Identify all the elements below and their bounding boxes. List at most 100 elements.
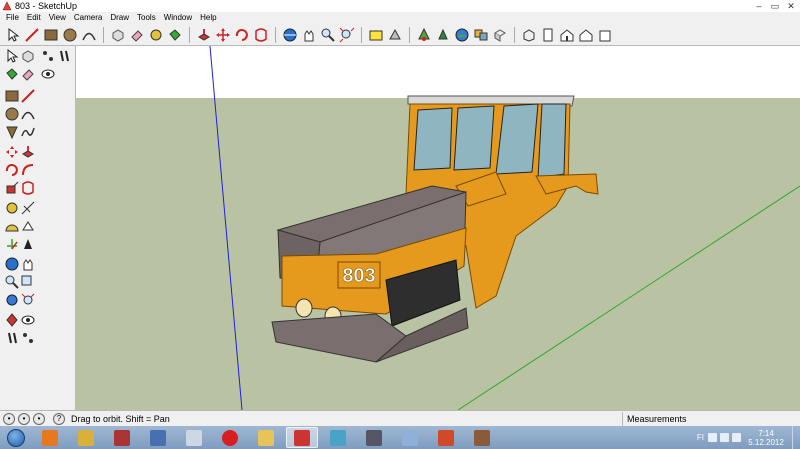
tape-measure-icon[interactable]	[4, 200, 20, 216]
walk-tool-icon[interactable]	[56, 48, 72, 64]
rectangle-tool-icon[interactable]	[4, 88, 20, 104]
pan-tool-icon[interactable]	[20, 256, 36, 272]
geo-location-icon[interactable]: •	[3, 412, 15, 425]
look-around-icon[interactable]	[40, 66, 56, 82]
zoom-extents-icon[interactable]	[20, 292, 36, 308]
orbit-tool-icon[interactable]	[281, 26, 299, 44]
preview-3d-icon[interactable]	[491, 26, 509, 44]
volume-icon[interactable]	[732, 433, 741, 442]
close-button[interactable]: ✕	[786, 1, 796, 11]
tray-arrow-icon[interactable]	[708, 433, 717, 442]
taskbar-sketchup[interactable]	[286, 427, 318, 448]
menu-view[interactable]: View	[45, 12, 70, 24]
measurements-label[interactable]: Measurements	[622, 412, 800, 426]
network-icon[interactable]	[720, 433, 729, 442]
look-around-icon[interactable]	[20, 312, 36, 328]
taskbar-explorer[interactable]	[250, 427, 282, 448]
arc-tool-icon[interactable]	[20, 106, 36, 122]
menu-help[interactable]: Help	[196, 12, 220, 24]
taskbar-app-9[interactable]	[322, 427, 354, 448]
section-plane-icon[interactable]	[4, 312, 20, 328]
axes-tool-icon[interactable]	[4, 236, 20, 252]
position-camera-icon[interactable]	[40, 48, 56, 64]
text-tool-icon[interactable]	[20, 218, 36, 234]
back-view-icon[interactable]	[596, 26, 614, 44]
help-icon[interactable]: ?	[53, 412, 65, 425]
select-tool-icon[interactable]	[4, 26, 22, 44]
follow-me-icon[interactable]	[20, 162, 36, 178]
push-pull-icon[interactable]	[20, 144, 36, 160]
taskbar-app-13[interactable]	[466, 427, 498, 448]
polygon-tool-icon[interactable]	[4, 124, 20, 140]
zoom-window-icon[interactable]	[20, 274, 36, 290]
taskbar-blender[interactable]	[34, 427, 66, 448]
eraser-tool-icon[interactable]	[128, 26, 146, 44]
paint-bucket-icon[interactable]	[4, 66, 20, 82]
start-button[interactable]	[2, 427, 30, 449]
taskbar-app-5[interactable]	[178, 427, 210, 448]
minimize-button[interactable]: –	[754, 1, 764, 11]
offset-tool-icon[interactable]	[252, 26, 270, 44]
arc-tool-icon[interactable]	[80, 26, 98, 44]
taskbar-app-12[interactable]	[430, 427, 462, 448]
make-component-icon[interactable]	[109, 26, 127, 44]
circle-tool-icon[interactable]	[4, 106, 20, 122]
photo-textures-icon[interactable]	[472, 26, 490, 44]
zoom-extents-icon[interactable]	[338, 26, 356, 44]
zoom-tool-icon[interactable]	[319, 26, 337, 44]
menu-window[interactable]: Window	[160, 12, 196, 24]
freehand-tool-icon[interactable]	[20, 124, 36, 140]
line-tool-icon[interactable]	[23, 26, 41, 44]
maximize-button[interactable]: ▭	[770, 1, 780, 11]
right-view-icon[interactable]	[577, 26, 595, 44]
menu-draw[interactable]: Draw	[106, 12, 133, 24]
dimension-tool-icon[interactable]	[20, 200, 36, 216]
zoom-tool-icon[interactable]	[4, 274, 20, 290]
tape-measure-icon[interactable]	[147, 26, 165, 44]
taskbar-app-11[interactable]	[394, 427, 426, 448]
3d-text-icon[interactable]	[20, 236, 36, 252]
menu-edit[interactable]: Edit	[23, 12, 45, 24]
orbit-tool-icon[interactable]	[4, 256, 20, 272]
taskbar-app-4[interactable]	[142, 427, 174, 448]
pan-tool-icon[interactable]	[300, 26, 318, 44]
get-location-icon[interactable]	[434, 26, 452, 44]
rectangle-tool-icon[interactable]	[42, 26, 60, 44]
eraser-tool-icon[interactable]	[20, 66, 36, 82]
rotate-tool-icon[interactable]	[4, 162, 20, 178]
protractor-icon[interactable]	[4, 218, 20, 234]
toggle-terrain-icon[interactable]	[453, 26, 471, 44]
model-viewport[interactable]: 803	[76, 46, 800, 410]
line-tool-icon[interactable]	[20, 88, 36, 104]
front-view-icon[interactable]	[558, 26, 576, 44]
credits-icon[interactable]: •	[18, 412, 30, 425]
menu-tools[interactable]: Tools	[133, 12, 160, 24]
iso-view-icon[interactable]	[520, 26, 538, 44]
taskbar-app-3[interactable]	[106, 427, 138, 448]
menu-file[interactable]: File	[2, 12, 23, 24]
language-indicator[interactable]: FI	[697, 433, 704, 442]
taskbar-app-10[interactable]	[358, 427, 390, 448]
walk-tool-icon[interactable]	[4, 330, 20, 346]
offset-tool-icon[interactable]	[20, 180, 36, 196]
user-icon[interactable]: •	[33, 412, 45, 425]
make-component-icon[interactable]	[20, 48, 36, 64]
taskbar-app-2[interactable]	[70, 427, 102, 448]
position-camera-icon[interactable]	[20, 330, 36, 346]
push-pull-icon[interactable]	[195, 26, 213, 44]
share-model-icon[interactable]	[386, 26, 404, 44]
select-tool-icon[interactable]	[4, 48, 20, 64]
get-models-icon[interactable]	[367, 26, 385, 44]
circle-tool-icon[interactable]	[61, 26, 79, 44]
scale-tool-icon[interactable]	[4, 180, 20, 196]
taskbar-opera[interactable]	[214, 427, 246, 448]
rotate-tool-icon[interactable]	[233, 26, 251, 44]
move-tool-icon[interactable]	[214, 26, 232, 44]
place-model-icon[interactable]	[415, 26, 433, 44]
paint-bucket-icon[interactable]	[166, 26, 184, 44]
show-desktop-button[interactable]	[792, 426, 800, 449]
clock[interactable]: 7:14 5.12.2012	[744, 429, 788, 447]
menu-camera[interactable]: Camera	[70, 12, 106, 24]
top-view-icon[interactable]	[539, 26, 557, 44]
move-tool-icon[interactable]	[4, 144, 20, 160]
